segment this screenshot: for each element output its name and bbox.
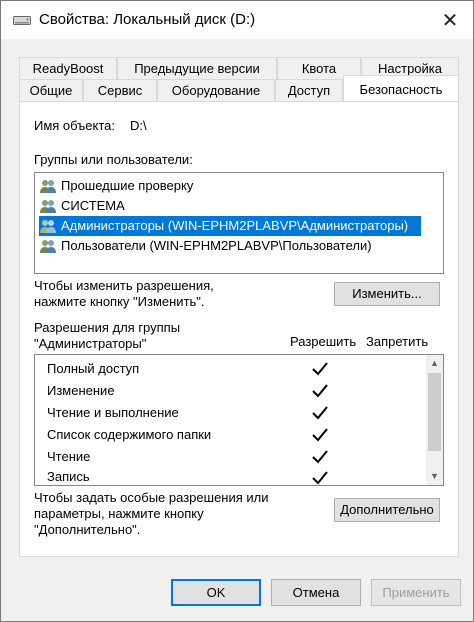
change-button[interactable]: Изменить... <box>334 282 440 306</box>
tab-sharing[interactable]: Доступ <box>275 79 343 101</box>
cancel-button[interactable]: Отмена <box>271 579 361 606</box>
security-panel: Имя объекта: D:\ Группы или пользователи… <box>19 101 459 557</box>
scroll-down-arrow-icon[interactable]: ▼ <box>426 468 443 485</box>
allow-check-icon <box>312 428 328 442</box>
tab-previous-versions[interactable]: Предыдущие версии <box>117 57 277 79</box>
apply-button[interactable]: Применить <box>371 579 461 606</box>
users-group-icon <box>40 220 56 233</box>
tab-general[interactable]: Общие <box>19 79 83 101</box>
groups-listbox[interactable]: Прошедшие проверку СИСТЕМА Администратор… <box>34 172 444 274</box>
scroll-up-arrow-icon[interactable]: ▲ <box>426 355 443 372</box>
allow-check-icon <box>312 384 328 398</box>
permission-name: Список содержимого папки <box>47 427 212 442</box>
object-name-label: Имя объекта: <box>34 118 116 133</box>
list-item-label: Пользователи (WIN-EPHM2PLABVP\Пользовате… <box>61 238 372 253</box>
advanced-button[interactable]: Дополнительно <box>334 498 440 522</box>
allow-check-icon <box>312 450 328 464</box>
permission-name: Запись <box>47 469 90 484</box>
permissions-scrollbar[interactable]: ▲ ▼ <box>426 355 443 485</box>
list-item-selected[interactable]: Администраторы (WIN-EPHM2PLABVP\Админист… <box>39 216 421 236</box>
list-item[interactable]: СИСТЕМА <box>39 196 125 216</box>
list-item-label: СИСТЕМА <box>61 198 125 213</box>
permissions-label-line2: "Администраторы" <box>34 336 147 351</box>
advanced-hint-line3: "Дополнительно". <box>34 522 141 537</box>
drive-icon <box>13 16 31 25</box>
users-group-icon <box>40 200 56 213</box>
tab-security[interactable]: Безопасность <box>343 75 459 101</box>
list-item[interactable]: Пользователи (WIN-EPHM2PLABVP\Пользовате… <box>39 236 372 256</box>
permission-name: Чтение и выполнение <box>47 405 179 420</box>
list-item[interactable]: Прошедшие проверку <box>39 176 193 196</box>
title-bar[interactable]: Свойства: Локальный диск (D:) ✕ <box>1 1 473 39</box>
window-title: Свойства: Локальный диск (D:) <box>39 11 256 28</box>
permissions-list[interactable]: Полный доступ Изменение Чтение и выполне… <box>34 354 444 486</box>
users-group-icon <box>40 240 56 253</box>
close-button[interactable]: ✕ <box>427 1 473 39</box>
advanced-hint-line1: Чтобы задать особые разрешения или <box>34 490 269 505</box>
advanced-hint-line2: параметры, нажмите кнопку <box>34 506 204 521</box>
list-item-label: Администраторы (WIN-EPHM2PLABVP\Админист… <box>61 218 409 233</box>
tab-tools[interactable]: Сервис <box>83 79 157 101</box>
permission-name: Чтение <box>47 449 91 464</box>
scrollbar-thumb[interactable] <box>428 373 441 451</box>
properties-window: Свойства: Локальный диск (D:) ✕ ReadyBoo… <box>0 0 474 622</box>
list-item-label: Прошедшие проверку <box>61 178 194 193</box>
users-group-icon <box>40 180 56 193</box>
tab-readyboost[interactable]: ReadyBoost <box>19 57 117 79</box>
deny-column-header: Запретить <box>366 334 429 349</box>
ok-button[interactable]: OK <box>171 579 261 606</box>
allow-check-icon <box>312 406 328 420</box>
allow-check-icon <box>312 362 328 376</box>
object-name-value: D:\ <box>130 118 147 133</box>
change-hint-line1: Чтобы изменить разрешения, <box>34 278 214 293</box>
allow-column-header: Разрешить <box>290 334 357 349</box>
change-hint-line2: нажмите кнопку "Изменить". <box>34 294 205 309</box>
close-icon: ✕ <box>441 9 459 32</box>
groups-label: Группы или пользователи: <box>34 152 193 167</box>
permissions-label-line1: Разрешения для группы <box>34 320 181 335</box>
permission-name: Изменение <box>47 383 115 398</box>
permission-name: Полный доступ <box>47 361 140 376</box>
allow-check-icon <box>312 471 328 485</box>
tab-hardware[interactable]: Оборудование <box>157 79 275 101</box>
